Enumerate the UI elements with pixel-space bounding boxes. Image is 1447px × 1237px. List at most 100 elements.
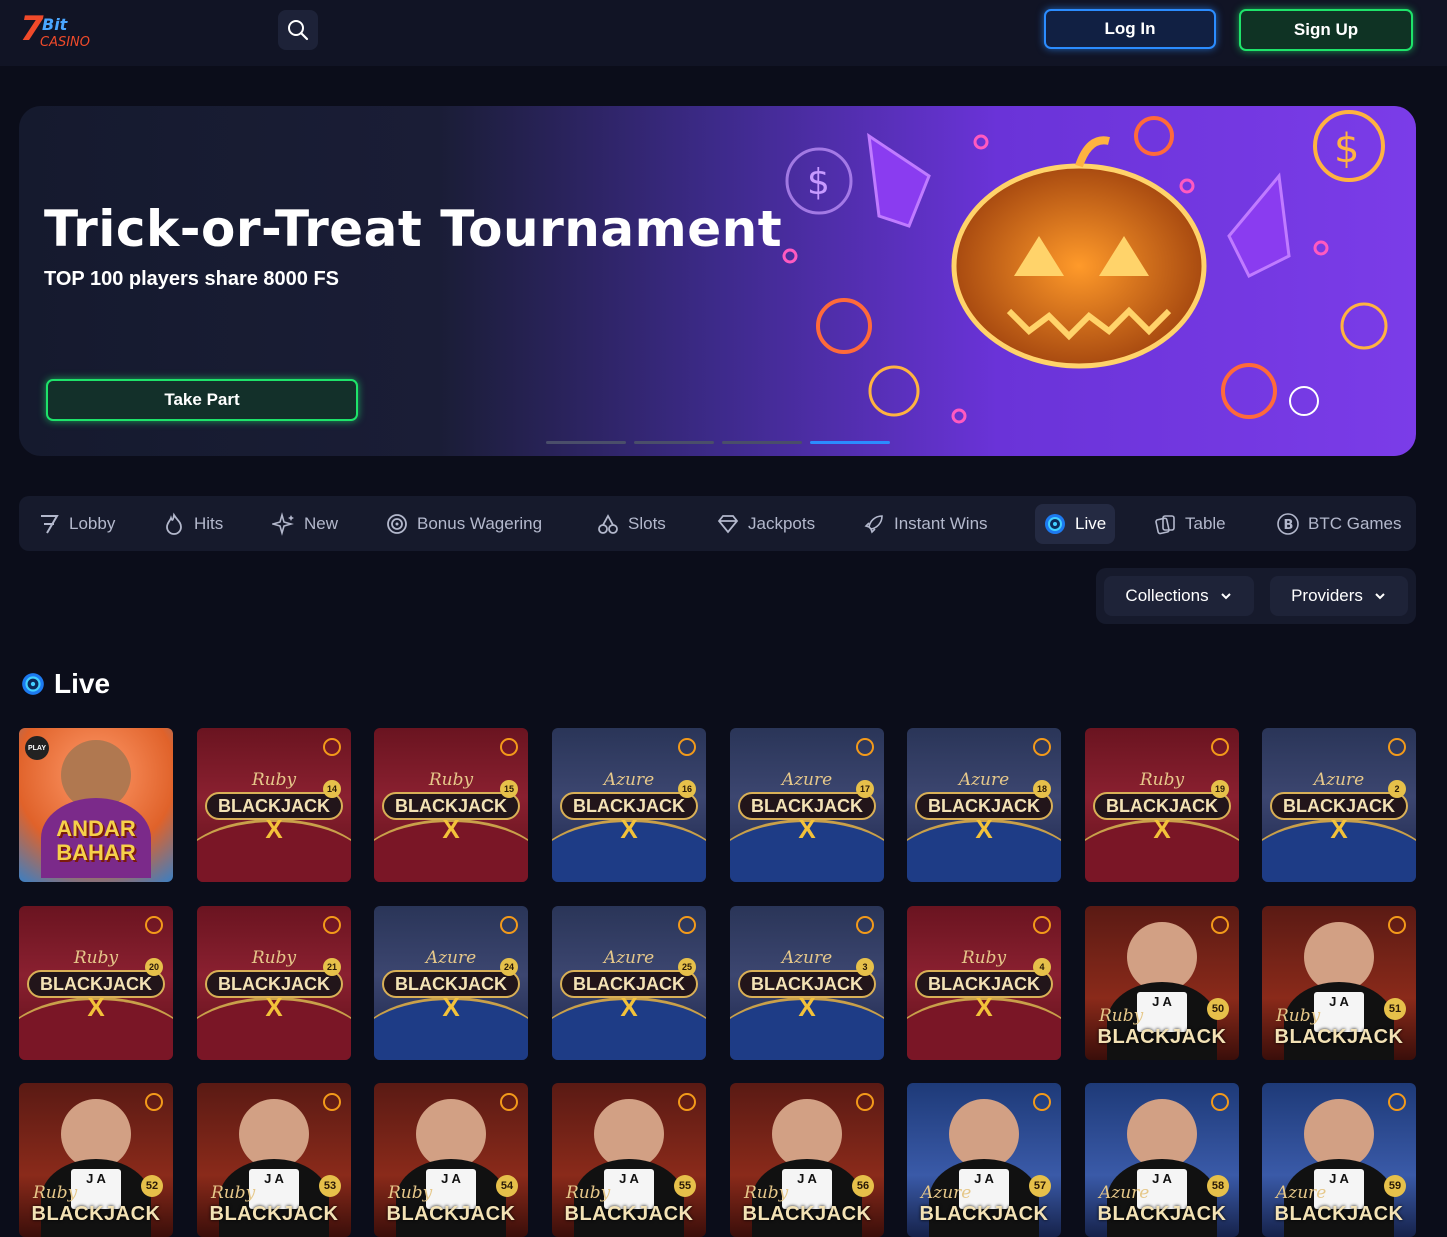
login-button[interactable]: Log In [1044, 9, 1216, 49]
game-tile[interactable]: Azure BLACKJACK X 17 [730, 728, 884, 882]
nav-item-hits[interactable]: Hits [154, 504, 231, 544]
game-tile[interactable]: Azure BLACKJACK X 25 [552, 906, 706, 1060]
carousel-dot[interactable] [722, 441, 802, 444]
chevron-down-icon [1375, 593, 1385, 600]
game-tile[interactable]: Ruby BLACKJACK X 20 [19, 906, 173, 1060]
table-number: 59 [1384, 1175, 1406, 1197]
carousel-dot-active[interactable] [810, 441, 890, 444]
search-button[interactable] [278, 10, 318, 50]
game-tile[interactable]: Azure BLACKJACK X 18 [907, 728, 1061, 882]
nav-item-lobby[interactable]: Lobby [29, 504, 123, 544]
carousel-dot[interactable] [546, 441, 626, 444]
table-number: 2 [1388, 780, 1406, 798]
carousel-indicators [546, 441, 890, 444]
table-number: 21 [323, 958, 341, 976]
game-tile[interactable]: Azure BLACKJACK X 16 [552, 728, 706, 882]
bonus-bulb-icon [1211, 916, 1229, 934]
game-tile[interactable]: J A Ruby BLACKJACK 50 [1085, 906, 1239, 1060]
collections-dropdown[interactable]: Collections [1104, 576, 1254, 616]
bonus-bulb-icon [1388, 916, 1406, 934]
game-tile[interactable]: Azure BLACKJACK X 24 [374, 906, 528, 1060]
bonus-bulb-icon [500, 738, 518, 756]
nav-item-bonus-wagering[interactable]: Bonus Wagering [377, 504, 550, 544]
game-title: BLACKJACK [1097, 1026, 1227, 1048]
game-tile[interactable]: Ruby BLACKJACK X 4 [907, 906, 1061, 1060]
game-x-mark: X [975, 814, 993, 844]
table-number: 4 [1033, 958, 1051, 976]
game-title: ANDAR [56, 816, 136, 841]
game-x-mark: X [620, 992, 638, 1022]
nav-label: Bonus Wagering [417, 514, 543, 533]
section-title-label: Live [54, 668, 111, 699]
table-number: 3 [856, 958, 874, 976]
nav-label: Live [1075, 514, 1107, 533]
svg-text:Bit: Bit [42, 15, 69, 34]
bonus-bulb-icon [678, 916, 696, 934]
providers-label: Providers [1291, 586, 1363, 605]
game-x-mark: X [1153, 814, 1171, 844]
nav-item-instant-wins[interactable]: Instant Wins [854, 504, 996, 544]
table-number: 18 [1033, 780, 1051, 798]
game-tile[interactable]: Azure BLACKJACK X 2 [1262, 728, 1416, 882]
nav-item-jackpots[interactable]: Jackpots [708, 504, 823, 544]
table-number: 50 [1207, 998, 1229, 1020]
logo-icon[interactable]: 7 Bit CASINO [20, 10, 92, 52]
game-title: BLACKJACK [742, 1203, 872, 1225]
bonus-bulb-icon [678, 738, 696, 756]
game-title: BLACKJACK [1274, 1203, 1404, 1225]
signup-button[interactable]: Sign Up [1239, 9, 1413, 51]
nav-item-btc-games[interactable]: B BTC Games [1268, 504, 1410, 544]
banner-subtitle: TOP 100 players share 8000 FS [44, 268, 340, 290]
live-chip-icon [22, 673, 44, 695]
bonus-bulb-icon [678, 1093, 696, 1111]
game-tile[interactable]: Ruby BLACKJACK X 14 [197, 728, 351, 882]
game-tile[interactable]: Ruby BLACKJACK X 15 [374, 728, 528, 882]
cherries-icon [598, 514, 618, 534]
game-x-mark: X [798, 992, 816, 1022]
table-number: 51 [1384, 998, 1406, 1020]
nav-label: Instant Wins [894, 514, 988, 533]
game-title: BAHAR [56, 840, 136, 865]
table-number: 17 [856, 780, 874, 798]
play-badge: PLAY [25, 736, 49, 760]
table-number: 53 [319, 1175, 341, 1197]
chevron-down-icon [1220, 593, 1231, 600]
providers-dropdown[interactable]: Providers [1270, 576, 1408, 616]
game-tile[interactable]: Ruby BLACKJACK X 21 [197, 906, 351, 1060]
bonus-bulb-icon [1211, 1093, 1229, 1111]
filter-bar: Collections Providers [1096, 568, 1416, 624]
take-part-button[interactable]: Take Part [46, 379, 358, 421]
bitcoin-icon: B [1277, 513, 1299, 535]
game-x-mark: X [798, 814, 816, 844]
nav-label: Slots [628, 514, 666, 533]
promo-banner[interactable]: $ $ Trick-or-Treat Tournament TOP 100 pl… [19, 106, 1416, 456]
bonus-bulb-icon [500, 1093, 518, 1111]
table-number: 57 [1029, 1175, 1051, 1197]
nav-label: Table [1185, 514, 1226, 533]
table-number: 15 [500, 780, 518, 798]
game-x-mark: X [975, 992, 993, 1022]
game-tile[interactable]: ANDAR BAHAR PLAY [19, 728, 173, 882]
bonus-bulb-icon [145, 916, 163, 934]
game-tile[interactable]: J A Ruby BLACKJACK 51 [1262, 906, 1416, 1060]
svg-text:$: $ [1334, 126, 1359, 172]
flame-icon [166, 512, 182, 535]
nav-item-table[interactable]: Table [1145, 504, 1234, 544]
bonus-bulb-icon [500, 916, 518, 934]
carousel-dot[interactable] [634, 441, 714, 444]
table-number: 24 [500, 958, 518, 976]
top-header: 7 Bit CASINO Log In Sign Up [0, 0, 1447, 66]
game-tile[interactable]: Azure BLACKJACK X 3 [730, 906, 884, 1060]
game-tile[interactable]: Ruby BLACKJACK X 19 [1085, 728, 1239, 882]
nav-item-slots[interactable]: Slots [588, 504, 674, 544]
game-x-mark: X [265, 992, 283, 1022]
target-icon [387, 514, 407, 534]
game-x-mark: X [442, 992, 460, 1022]
nav-item-live[interactable]: Live [1035, 504, 1115, 544]
nav-item-new[interactable]: New [264, 504, 346, 544]
bonus-bulb-icon [145, 1093, 163, 1111]
bonus-bulb-icon [1033, 738, 1051, 756]
table-number: 54 [496, 1175, 518, 1197]
banner-title: Trick-or-Treat Tournament [44, 200, 783, 258]
table-number: 20 [145, 958, 163, 976]
